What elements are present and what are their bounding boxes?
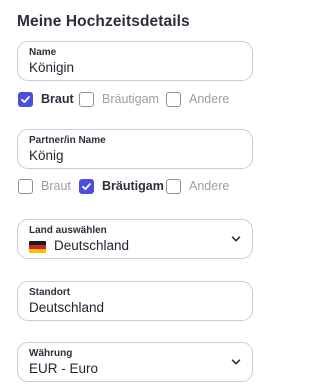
location-field[interactable]: Standort Deutschland <box>17 281 253 321</box>
role-1-label-braut: Braut <box>41 92 74 106</box>
checkbox-checked-icon[interactable] <box>18 92 33 107</box>
checkbox-empty-icon[interactable] <box>79 92 94 107</box>
checkbox-empty-icon[interactable] <box>166 92 181 107</box>
partner-name-field[interactable]: Partner/in Name König <box>17 129 253 169</box>
country-select[interactable]: Land auswählen Deutschland <box>17 219 253 259</box>
checkbox-empty-icon[interactable] <box>18 179 33 194</box>
role-2-label-andere: Andere <box>189 179 230 193</box>
chevron-down-icon[interactable] <box>230 356 242 368</box>
checkbox-empty-icon[interactable] <box>166 179 181 194</box>
role-group-1: Braut Bräutigam Andere <box>17 91 253 111</box>
currency-select-label: Währung <box>29 348 73 359</box>
currency-select-value: EUR - Euro <box>29 361 99 376</box>
germany-flag-icon <box>29 241 46 253</box>
role-2-label-braut: Braut <box>41 179 71 193</box>
location-field-value[interactable]: Deutschland <box>29 300 104 315</box>
role-1-label-braeutigam: Bräutigam <box>102 92 159 106</box>
name-field[interactable]: Name Königin <box>17 41 253 81</box>
chevron-down-icon[interactable] <box>230 233 242 245</box>
role-group-2: Braut Bräutigam Andere <box>17 178 253 198</box>
page-title: Meine Hochzeitsdetails <box>17 13 190 30</box>
currency-select[interactable]: Währung EUR - Euro <box>17 342 253 382</box>
name-field-label: Name <box>29 47 57 58</box>
name-field-value[interactable]: Königin <box>29 60 74 75</box>
role-2-label-braeutigam: Bräutigam <box>102 179 164 193</box>
country-select-label: Land auswählen <box>29 225 107 236</box>
checkbox-checked-icon[interactable] <box>79 179 94 194</box>
role-1-label-andere: Andere <box>189 92 230 106</box>
partner-name-field-label: Partner/in Name <box>29 135 106 146</box>
location-field-label: Standort <box>29 287 71 298</box>
country-select-value: Deutschland <box>54 238 130 253</box>
partner-name-field-value[interactable]: König <box>29 148 64 163</box>
